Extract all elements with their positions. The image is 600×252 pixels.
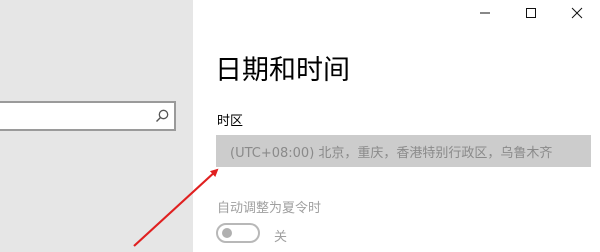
search-icon[interactable] [154,108,170,124]
dst-toggle-state: 关 [274,230,288,245]
page-title: 日期和时间 [215,55,350,86]
dst-label: 自动调整为夏令时 [217,201,322,216]
timezone-select[interactable]: (UTC+08:00) 北京，重庆，香港特别行政区，乌鲁木齐 [216,135,591,167]
search-input[interactable] [4,107,148,127]
minimize-icon [479,4,491,23]
close-icon [571,4,583,23]
navigation-pane [0,0,193,252]
toggle-knob [222,228,232,238]
maximize-icon [525,4,537,23]
minimize-button[interactable] [462,0,508,26]
content-pane: 日期和时间 时区 (UTC+08:00) 北京，重庆，香港特别行政区，乌鲁木齐 … [193,0,600,252]
maximize-button[interactable] [508,0,554,26]
close-button[interactable] [554,0,600,26]
search-box[interactable] [0,101,176,131]
settings-window: 日期和时间 时区 (UTC+08:00) 北京，重庆，香港特别行政区，乌鲁木齐 … [0,0,600,252]
dst-toggle[interactable] [216,223,260,243]
timezone-value: (UTC+08:00) 北京，重庆，香港特别行政区，乌鲁木齐 [230,145,553,161]
timezone-label: 时区 [217,114,244,129]
window-controls [462,0,600,26]
